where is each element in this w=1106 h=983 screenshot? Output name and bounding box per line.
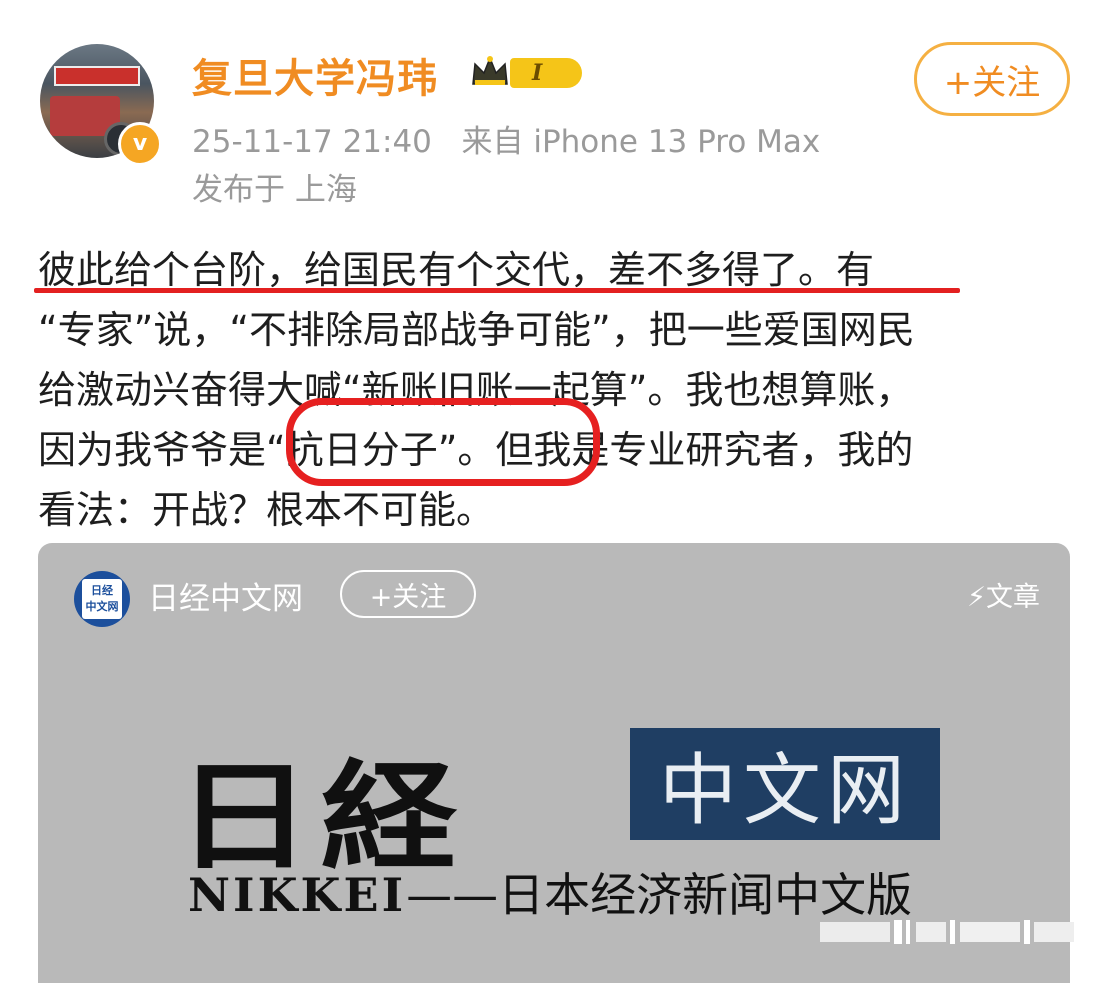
post-location: 发布于 上海 [192, 172, 357, 208]
verified-icon: v [118, 122, 162, 166]
post-body: 彼此给个台阶，给国民有个交代，差不多得了。有 “专家”说，“不排除局部战争可能”… [38, 240, 1078, 540]
nikkei-logo-icon[interactable]: 日经 中文网 [74, 571, 130, 627]
red-underline-annotation [34, 288, 960, 293]
post-timestamp: 25-11-17 21:40 [192, 124, 432, 160]
card-type-label: ⚡文章 [967, 582, 1040, 613]
logo-text-bottom: 中文网 [85, 600, 119, 613]
post-meta: 25-11-17 21:40 来自 iPhone 13 Pro Max [192, 116, 820, 161]
nikkei-tagline: NIKKEI——日本经济新闻中文版 [188, 859, 912, 925]
nikkei-tagline-cn: ——日本经济新闻中文版 [406, 868, 913, 922]
nikkei-en: NIKKEI [188, 868, 407, 922]
watermark-icon [820, 920, 1074, 944]
card-source-name[interactable]: 日经中文网 [148, 573, 303, 618]
author-name[interactable]: 复旦大学冯玮 [192, 46, 438, 104]
nikkei-cn-box: 中文网 [630, 728, 940, 840]
post-line: 看法：开战？根本不可能。 [38, 488, 495, 532]
crown-icon [472, 55, 508, 85]
post-line: “专家”说，“不排除局部战争可能”，把一些爱国网民 [38, 308, 915, 352]
follow-button[interactable]: +关注 [914, 42, 1070, 116]
nikkei-cn-text: 中文网 [658, 746, 911, 836]
logo-text-top: 日经 [91, 584, 113, 597]
card-follow-button[interactable]: +关注 [340, 570, 476, 618]
avatar-sign-shape [54, 66, 140, 86]
post-source: 来自 iPhone 13 Pro Max [461, 124, 821, 160]
level-badge: I [510, 58, 582, 88]
red-circle-annotation [286, 398, 600, 486]
